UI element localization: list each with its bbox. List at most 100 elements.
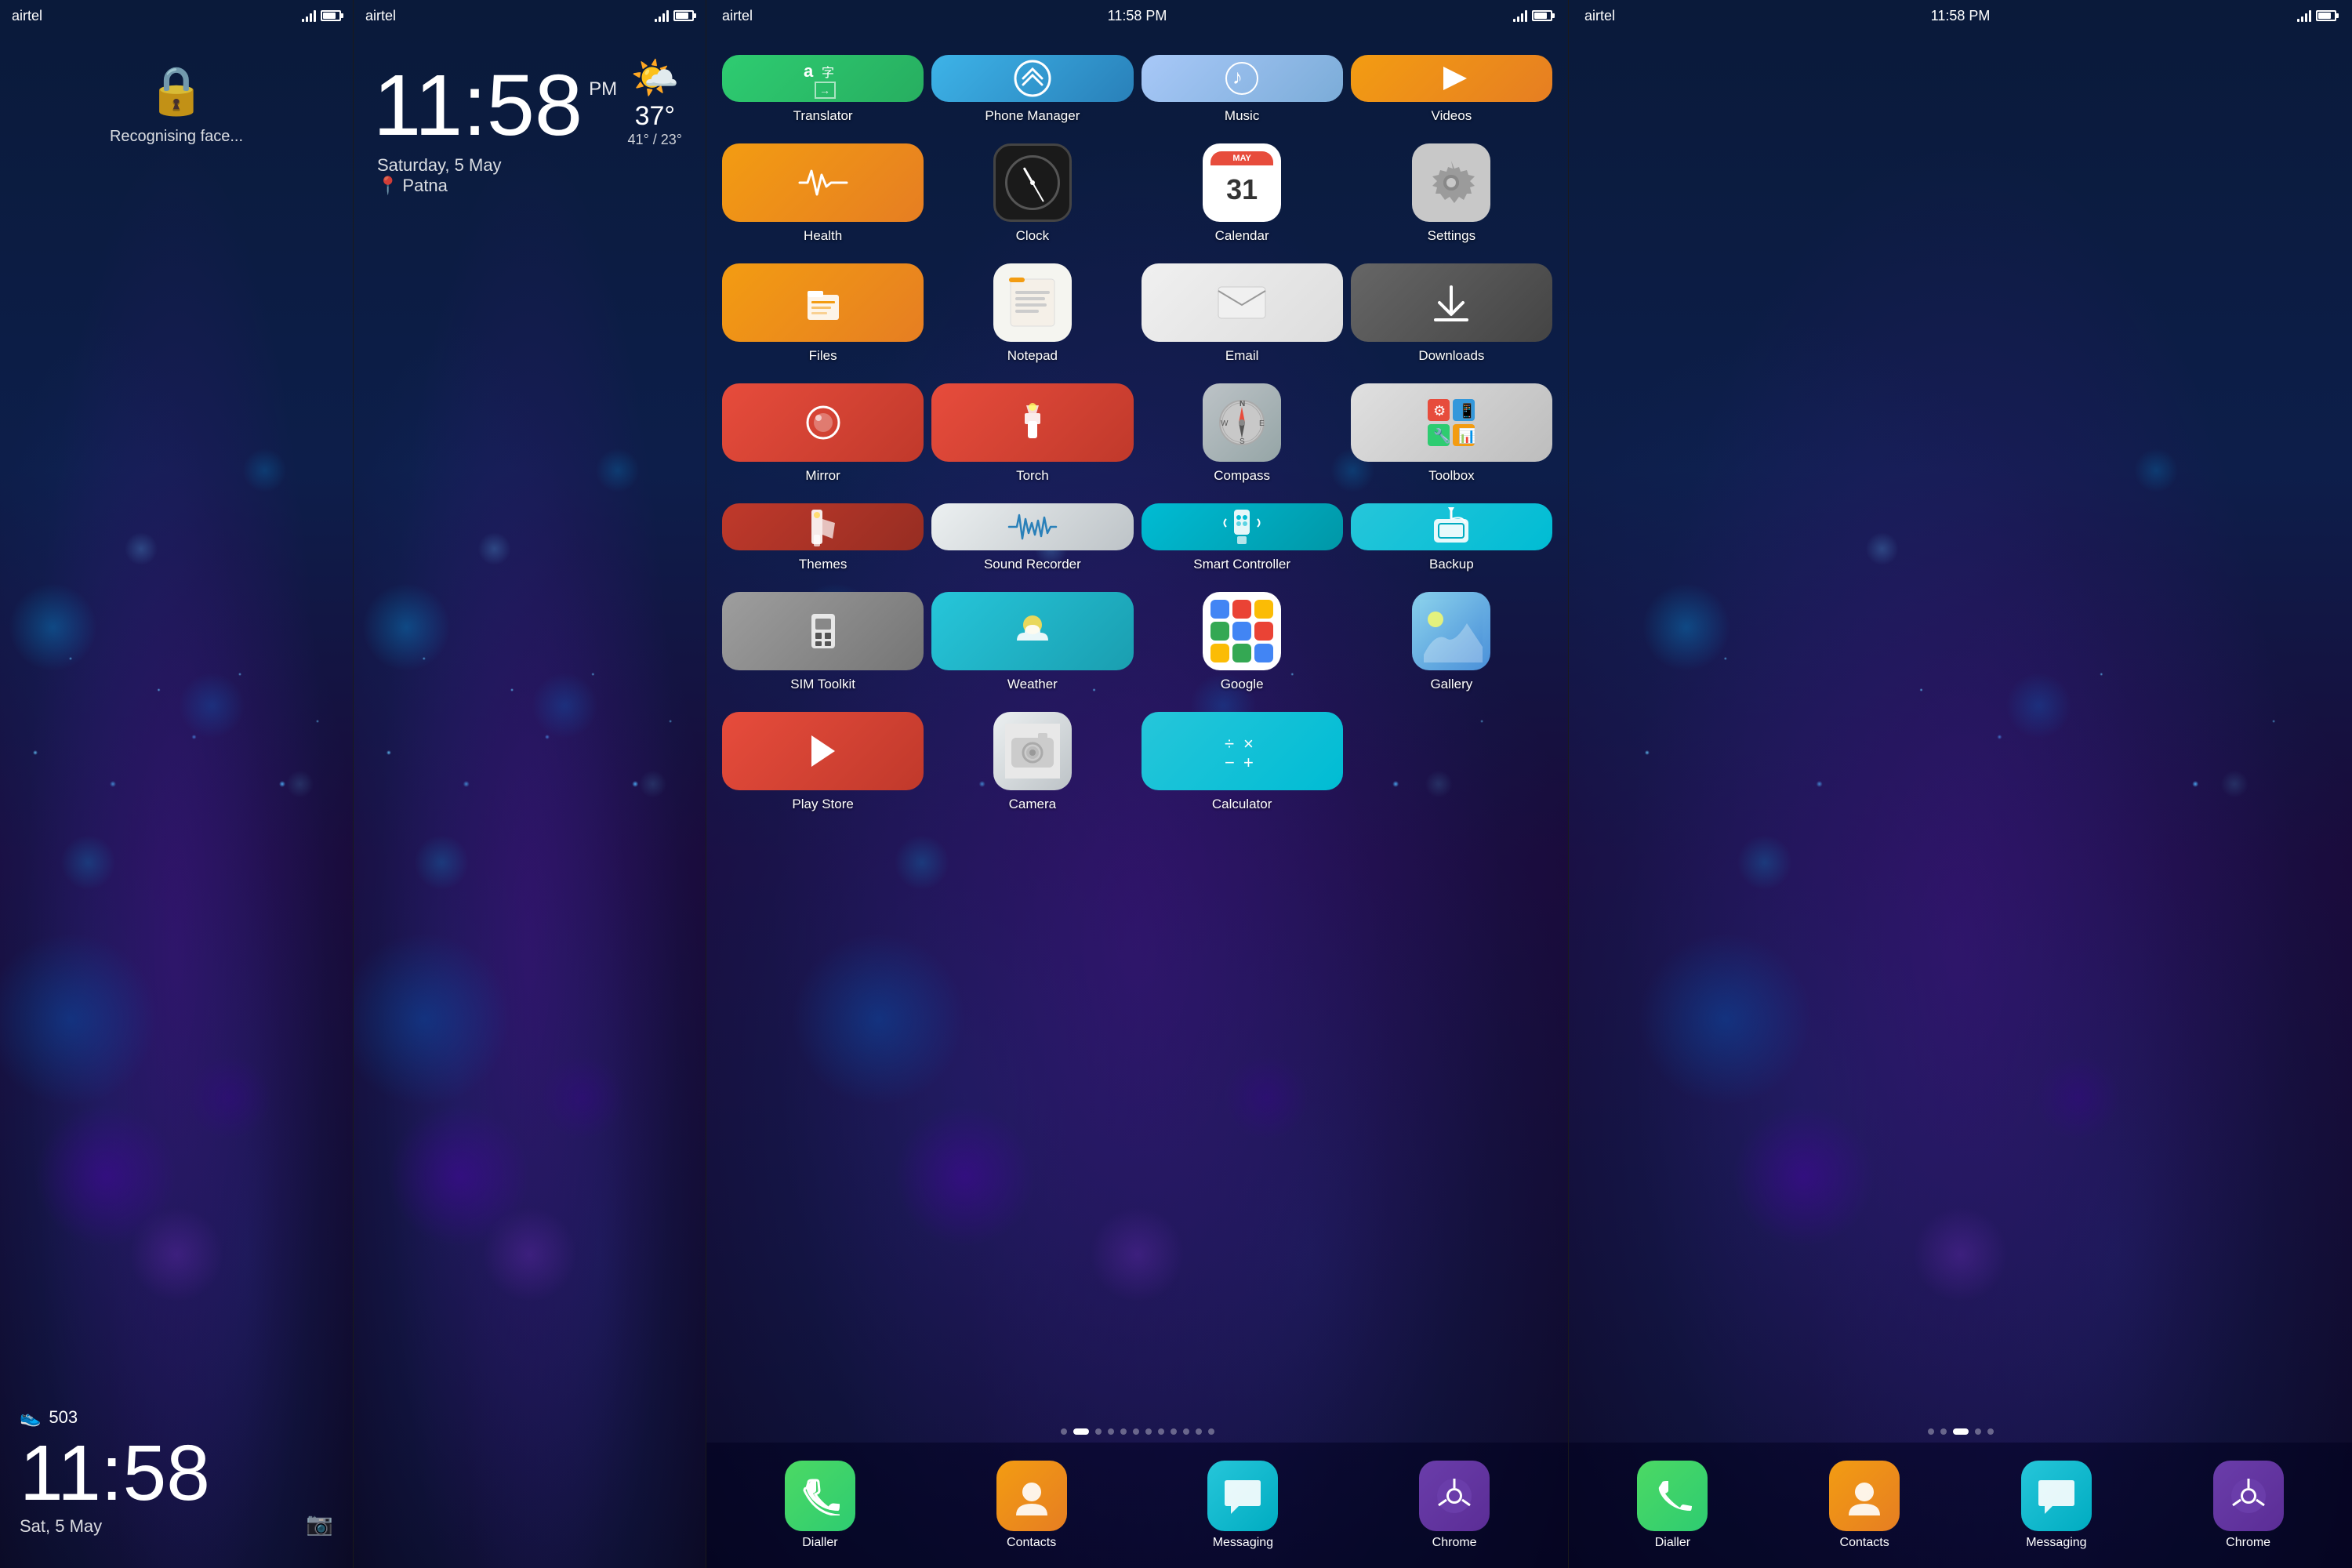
themes-icon-bg xyxy=(722,503,924,550)
apps-carrier: airtel xyxy=(722,8,999,24)
app-translator[interactable]: a 字 → Translator xyxy=(718,47,927,132)
themes-label: Themes xyxy=(799,557,847,572)
signal-icon xyxy=(302,9,316,22)
apps-status-time: 11:58 PM xyxy=(999,8,1276,24)
extra-dock-bar: Dialler Contacts Messaging xyxy=(1569,1443,2352,1568)
chrome-icon xyxy=(1419,1461,1490,1531)
compass-label: Compass xyxy=(1214,468,1270,484)
app-calendar[interactable]: MAY 31 Calendar xyxy=(1138,136,1347,252)
notepad-icon xyxy=(993,263,1072,342)
downloads-icon xyxy=(1351,263,1552,342)
clock-min-hand xyxy=(1032,183,1044,202)
extra-dot-3 xyxy=(1953,1428,1969,1435)
dock-dialler[interactable]: Dialler xyxy=(785,1461,855,1550)
signal-icon-4 xyxy=(2297,9,2311,22)
torch-label: Torch xyxy=(1016,468,1049,484)
svg-text:÷: ÷ xyxy=(1225,734,1234,753)
dock-messaging[interactable]: Messaging xyxy=(1207,1461,1278,1550)
backup-icon-bg xyxy=(1351,503,1552,550)
camera-shortcut-icon: 📷 xyxy=(306,1512,333,1536)
music-icon: ♪ xyxy=(1142,55,1343,102)
videos-icon xyxy=(1351,55,1552,102)
backup-label: Backup xyxy=(1429,557,1474,572)
app-google[interactable]: Google xyxy=(1138,584,1347,700)
dock-chrome[interactable]: Chrome xyxy=(1419,1461,1490,1550)
app-clock[interactable]: Clock xyxy=(927,136,1137,252)
app-compass[interactable]: N S W E Compass xyxy=(1138,376,1347,492)
lock-face-text: Recognising face... xyxy=(110,128,243,146)
gallery-icon-bg xyxy=(1412,592,1490,670)
app-torch[interactable]: Torch xyxy=(927,376,1137,492)
app-weather[interactable]: Weather xyxy=(927,584,1137,700)
page-indicators xyxy=(706,1428,1568,1435)
google-icon xyxy=(1203,592,1281,670)
dock-dialler-label: Dialler xyxy=(802,1536,837,1550)
clock-digits: 11:58 xyxy=(373,63,583,149)
app-gallery[interactable]: Gallery xyxy=(1347,584,1556,700)
phonemanager-icon-bg xyxy=(931,55,1133,102)
app-simtoolkit[interactable]: SIM Toolkit xyxy=(718,584,927,700)
clock-date: Saturday, 5 May xyxy=(377,155,686,176)
extra-dock-dialler[interactable]: Dialler xyxy=(1637,1461,1708,1550)
page-dot-8 xyxy=(1158,1428,1164,1435)
smartctrl-label: Smart Controller xyxy=(1193,557,1290,572)
app-camera[interactable]: Camera xyxy=(927,704,1137,820)
page-dot-9 xyxy=(1171,1428,1177,1435)
app-backup[interactable]: Backup xyxy=(1347,495,1556,580)
app-smartctrl[interactable]: Smart Controller xyxy=(1138,495,1347,580)
mirror-icon-bg xyxy=(722,383,924,462)
contacts-icon xyxy=(996,1461,1067,1531)
email-label: Email xyxy=(1225,348,1259,364)
calculator-icon-bg: ÷ × − + xyxy=(1142,712,1343,790)
torch-icon xyxy=(931,383,1133,462)
app-calculator[interactable]: ÷ × − + Calculator xyxy=(1138,704,1347,820)
lock-status-bar: airtel xyxy=(0,0,353,31)
svg-text:W: W xyxy=(1221,419,1229,428)
extra-dock-messaging[interactable]: Messaging xyxy=(2021,1461,2092,1550)
app-health[interactable]: Health xyxy=(718,136,927,252)
app-soundrec[interactable]: Sound Recorder xyxy=(927,495,1137,580)
clock-ampm: PM xyxy=(589,78,617,100)
app-themes[interactable]: Themes xyxy=(718,495,927,580)
app-videos[interactable]: Videos xyxy=(1347,47,1556,132)
app-mirror[interactable]: Mirror xyxy=(718,376,927,492)
extra-status-time: 11:58 PM xyxy=(1931,8,1991,24)
lock-carrier: airtel xyxy=(12,8,302,24)
app-settings[interactable]: Settings xyxy=(1347,136,1556,252)
playstore-label: Play Store xyxy=(792,797,853,812)
playstore-icon xyxy=(722,712,924,790)
google-icon-bg xyxy=(1203,592,1281,670)
lock-face-area: 🔒 Recognising face... xyxy=(110,63,243,146)
app-music[interactable]: ♪ Music xyxy=(1138,47,1347,132)
app-files[interactable]: Files xyxy=(718,256,927,372)
camera-label: Camera xyxy=(1009,797,1056,812)
gallery-icon xyxy=(1412,592,1490,670)
extra-dock-chrome[interactable]: Chrome xyxy=(2213,1461,2284,1550)
dock-contacts[interactable]: Contacts xyxy=(996,1461,1067,1550)
dock-messaging-label: Messaging xyxy=(1213,1536,1273,1550)
app-notepad[interactable]: Notepad xyxy=(927,256,1137,372)
app-email[interactable]: Email xyxy=(1138,256,1347,372)
app-playstore[interactable]: Play Store xyxy=(718,704,927,820)
page-dot-3 xyxy=(1095,1428,1102,1435)
backup-icon xyxy=(1351,503,1552,550)
battery-icon-3 xyxy=(1532,10,1552,21)
lock-camera-shortcut[interactable]: 📷 xyxy=(306,1511,333,1537)
app-phonemanager[interactable]: Phone Manager xyxy=(927,47,1137,132)
extra-dot-1 xyxy=(1928,1428,1934,1435)
svg-text:⚙: ⚙ xyxy=(1433,403,1446,419)
weather-app-icon xyxy=(931,592,1133,670)
phonemanager-label: Phone Manager xyxy=(985,108,1080,124)
extra-messaging-icon xyxy=(2021,1461,2092,1531)
weather-label: Weather xyxy=(1007,677,1058,692)
translator-icon: a 字 → xyxy=(722,55,924,102)
app-downloads[interactable]: Downloads xyxy=(1347,256,1556,372)
page-dot-5 xyxy=(1120,1428,1127,1435)
extra-dock-contacts[interactable]: Contacts xyxy=(1829,1461,1900,1550)
calendar-label: Calendar xyxy=(1215,228,1269,244)
clock-date-location: Saturday, 5 May 📍 Patna xyxy=(373,155,686,196)
clock-bg xyxy=(354,0,706,1568)
svg-text:🔧: 🔧 xyxy=(1433,427,1450,444)
app-toolbox[interactable]: ⚙ 📱 🔧 📊 Toolbox xyxy=(1347,376,1556,492)
playstore-icon-bg xyxy=(722,712,924,790)
